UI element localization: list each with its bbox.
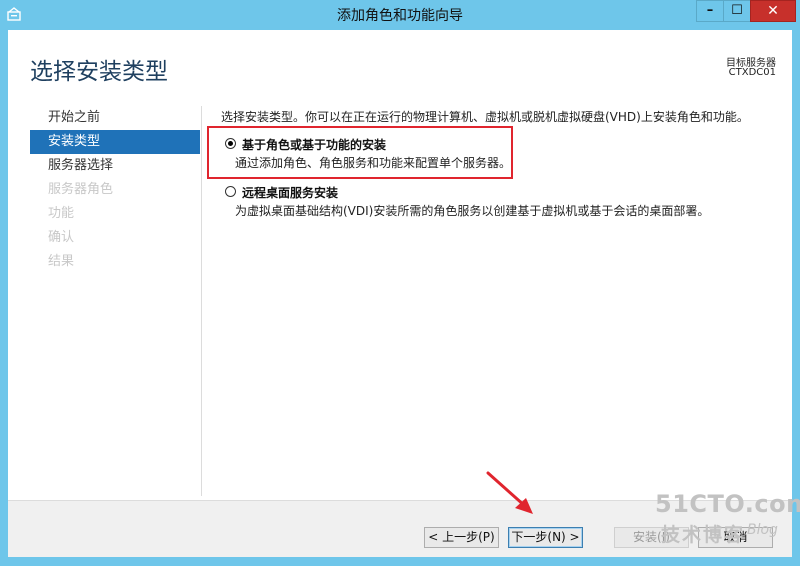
watermark-sub: 技术博客 bbox=[661, 524, 746, 546]
intro-text: 选择安装类型。你可以在正在运行的物理计算机、虚拟机或脱机虚拟硬盘(VHD)上安装… bbox=[221, 110, 749, 124]
destination-server-name: CTXDC01 bbox=[728, 67, 776, 78]
window-title: 添加角色和功能向导 bbox=[337, 8, 463, 24]
option-title[interactable]: 远程桌面服务安装 bbox=[242, 184, 338, 201]
nav-item-installation-type[interactable]: 安装类型 bbox=[30, 130, 200, 154]
option-description: 通过添加角色、角色服务和功能来配置单个服务器。 bbox=[235, 156, 512, 170]
radio-selected-dot bbox=[228, 141, 233, 146]
content-pane: 选择安装类型。你可以在正在运行的物理计算机、虚拟机或脱机虚拟硬盘(VHD)上安装… bbox=[221, 108, 781, 218]
option-description: 为虚拟桌面基础结构(VDI)安装所需的角色服务以创建基于虚拟机或基于会话的桌面部… bbox=[235, 204, 710, 218]
close-icon: ✕ bbox=[767, 3, 779, 19]
watermark-main: 51CTO.com bbox=[655, 490, 800, 518]
nav-item-features: 功能 bbox=[48, 206, 75, 221]
annotation-arrow-icon bbox=[486, 471, 533, 514]
wizard-header: 选择安装类型 目标服务器 CTXDC01 bbox=[8, 30, 792, 94]
nav-item-before-you-begin[interactable]: 开始之前 bbox=[30, 106, 200, 130]
minimize-button[interactable]: – bbox=[696, 0, 724, 22]
radio-remote-desktop[interactable] bbox=[225, 186, 236, 197]
maximize-button[interactable]: ☐ bbox=[723, 0, 751, 22]
nav-item-server-roles: 服务器角色 bbox=[48, 182, 114, 197]
nav-item-server-selection[interactable]: 服务器选择 bbox=[30, 154, 200, 178]
close-button[interactable]: ✕ bbox=[750, 0, 796, 22]
wizard-body: 选择安装类型 目标服务器 CTXDC01 开始之前 安装类型 服务器选择 服务器… bbox=[8, 30, 792, 557]
page-title: 选择安装类型 bbox=[30, 59, 168, 85]
wizard-nav: 开始之前 安装类型 服务器选择 服务器角色 功能 确认 结果 bbox=[30, 106, 200, 274]
watermark-blog: Blog bbox=[747, 522, 778, 538]
nav-divider bbox=[201, 106, 202, 496]
nav-item-results: 结果 bbox=[48, 254, 75, 269]
nav-item-confirmation: 确认 bbox=[48, 230, 75, 245]
maximize-icon: ☐ bbox=[731, 3, 743, 18]
previous-button[interactable]: < 上一步(P) bbox=[424, 527, 499, 548]
radio-role-based[interactable] bbox=[225, 138, 236, 149]
title-bar[interactable]: 添加角色和功能向导 – ☐ ✕ bbox=[0, 0, 800, 28]
minimize-icon: – bbox=[706, 3, 714, 18]
next-button[interactable]: 下一步(N) > bbox=[508, 527, 583, 548]
option-title[interactable]: 基于角色或基于功能的安装 bbox=[242, 136, 386, 153]
